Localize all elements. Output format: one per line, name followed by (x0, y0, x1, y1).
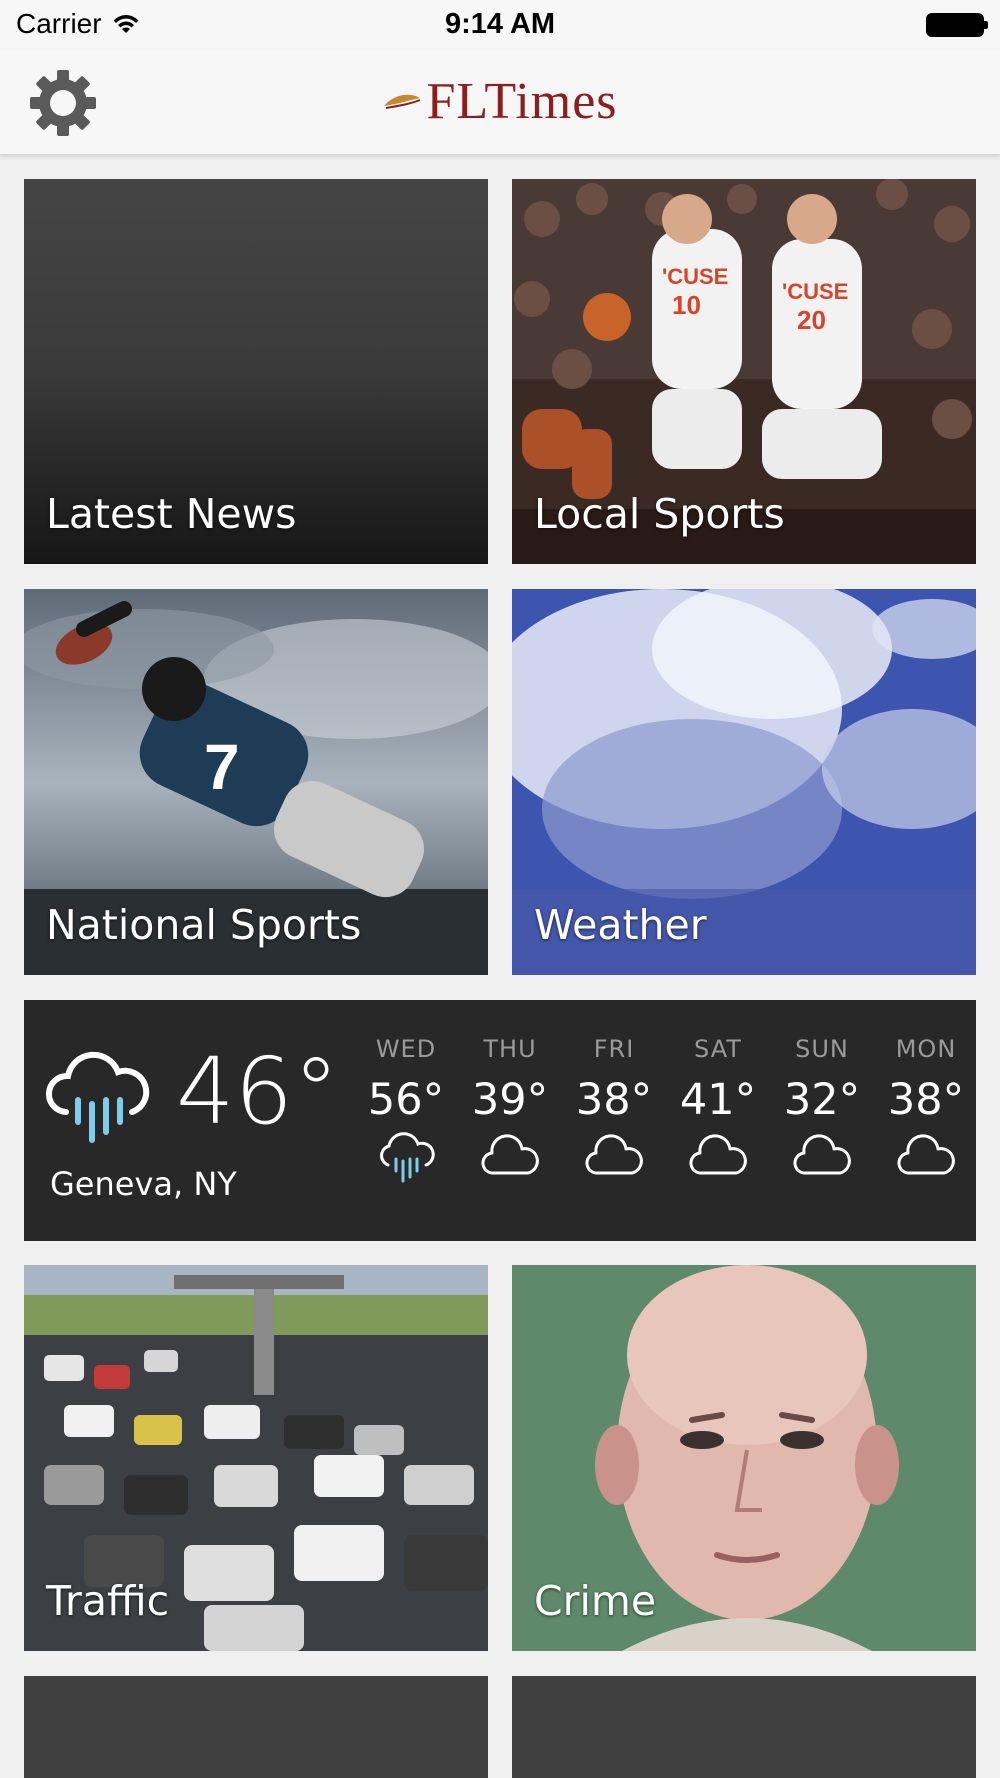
tile-latest-news[interactable]: Latest News (24, 179, 488, 564)
current-temperature: 46° (176, 1038, 340, 1145)
forecast-row: WED 56° THU 39° FRI 38° SAT 41° SUN 32° … (356, 1035, 964, 1215)
forecast-temp: 38° (575, 1075, 653, 1125)
tile-more-left[interactable] (24, 1676, 488, 1778)
forecast-day: SUN 32° (772, 1035, 872, 1189)
logo-text: FLTimes (426, 73, 618, 130)
tile-local-sports[interactable]: 'CUSE 10 'CUSE 20 Local Sports (512, 179, 976, 564)
forecast-temp: 56° (367, 1075, 445, 1125)
status-time: 9:14 AM (444, 8, 556, 40)
tile-label: Crime (534, 1577, 657, 1625)
feather-icon (384, 94, 421, 109)
tile-traffic[interactable]: Traffic (24, 1265, 488, 1651)
forecast-day: SAT 41° (668, 1035, 768, 1189)
svg-text:20: 20 (797, 305, 826, 335)
svg-text:'CUSE: 'CUSE (662, 264, 728, 289)
forecast-day-name: FRI (593, 1035, 635, 1063)
rain-cloud-icon (380, 1132, 435, 1183)
cloud-icon (481, 1134, 539, 1175)
forecast-temp: 38° (887, 1075, 965, 1125)
tile-national-sports[interactable]: 7 National Sports (24, 589, 488, 975)
forecast-day: MON 38° (876, 1035, 976, 1189)
nav-bar: FLTimes (0, 50, 1000, 155)
svg-text:7: 7 (204, 731, 240, 803)
svg-text:10: 10 (672, 290, 701, 320)
cloud-icon (585, 1134, 643, 1175)
forecast-day-name: SUN (795, 1035, 849, 1063)
tile-label: National Sports (46, 901, 362, 949)
tile-label: Local Sports (534, 490, 785, 538)
weather-location: Geneva, NY (50, 1165, 237, 1203)
status-bar: Carrier 9:14 AM (0, 0, 1000, 50)
forecast-day: THU 39° (460, 1035, 560, 1189)
tile-label: Traffic (46, 1577, 170, 1625)
weather-widget[interactable]: 46° Geneva, NY WED 56° THU 39° FRI 38° S… (24, 1000, 976, 1241)
battery-icon (926, 13, 988, 37)
forecast-day-name: SAT (694, 1035, 742, 1063)
forecast-temp: 41° (679, 1075, 757, 1125)
forecast-day-name: MON (895, 1035, 957, 1063)
cloud-icon (793, 1134, 851, 1175)
tile-label: Latest News (46, 490, 297, 538)
tile-weather[interactable]: Weather (512, 589, 976, 975)
app-logo: FLTimes (0, 72, 1000, 131)
cloud-icon (689, 1134, 747, 1175)
svg-text:'CUSE: 'CUSE (782, 279, 848, 304)
forecast-day: FRI 38° (564, 1035, 664, 1189)
tile-crime[interactable]: Crime (512, 1265, 976, 1651)
tile-label: Weather (534, 901, 707, 949)
forecast-temp: 32° (783, 1075, 861, 1125)
cloud-icon (897, 1134, 955, 1175)
rain-cloud-icon (46, 1051, 150, 1143)
forecast-day-name: WED (375, 1035, 437, 1063)
forecast-temp: 39° (471, 1075, 549, 1125)
tile-more-right[interactable] (512, 1676, 976, 1778)
forecast-day-name: THU (483, 1035, 537, 1063)
forecast-day: WED 56° (356, 1035, 456, 1189)
